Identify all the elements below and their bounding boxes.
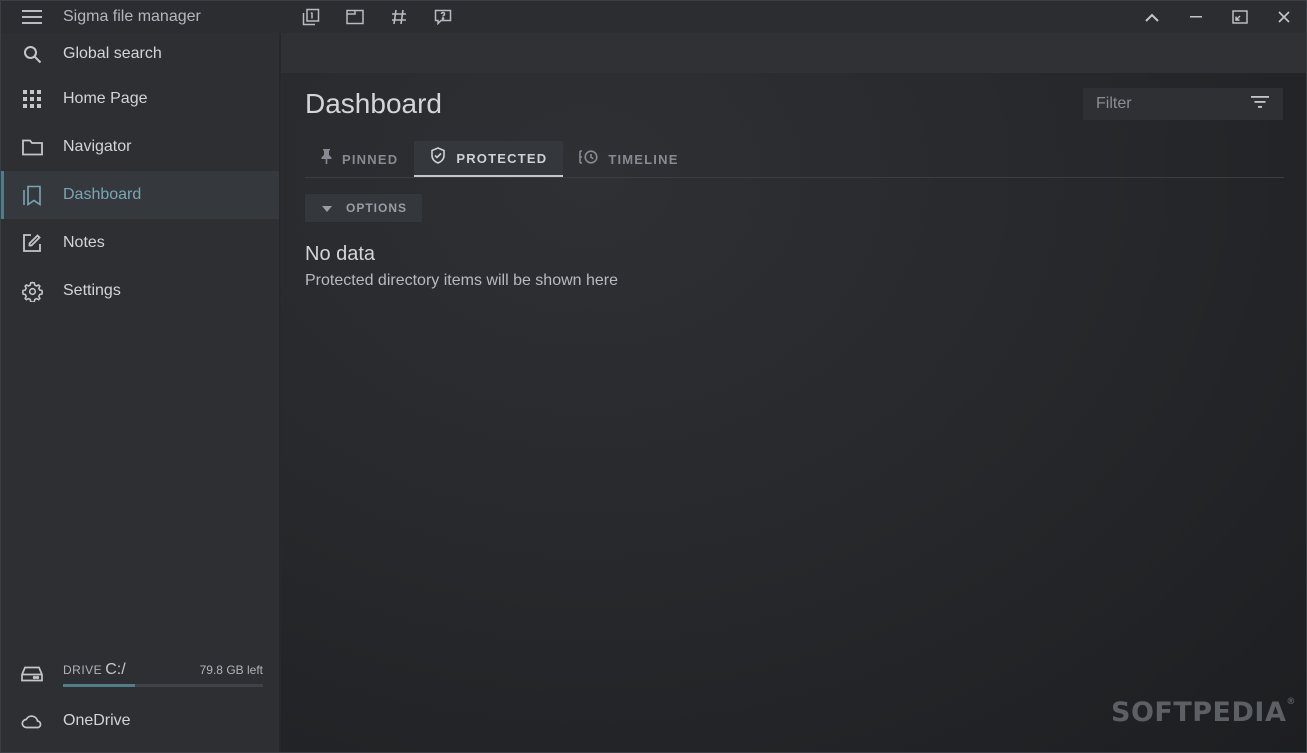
sidebar-item-global-search[interactable]: Global search [1,33,279,75]
gear-icon [1,281,63,302]
search-icon [1,45,63,64]
sidebar-item-settings[interactable]: Settings [1,267,279,315]
title-bar: Sigma file manager [1,1,1306,33]
hashtag-icon[interactable] [377,1,421,33]
tab-one-icon[interactable] [289,1,333,33]
sidebar-item-navigator[interactable]: Navigator [1,123,279,171]
menu-icon[interactable] [1,1,63,33]
shield-check-icon [430,147,446,169]
maximize-button[interactable] [1218,1,1262,33]
drive-free-space: 79.8 GB left [199,663,263,677]
window-icon[interactable] [333,1,377,33]
main-content: Dashboard PINNED PROTECTED [281,33,1306,752]
minimize-button[interactable] [1174,1,1218,33]
tab-label: PROTECTED [456,150,548,166]
app-window: Sigma file manager Global search Home Pa… [0,0,1307,753]
sidebar-item-dashboard[interactable]: Dashboard [1,171,279,219]
tab-protected[interactable]: PROTECTED [414,141,564,177]
hard-drive-icon [1,666,63,682]
app-title: Sigma file manager [63,8,201,25]
empty-state-title: No data [305,243,376,265]
bookmark-icon [1,185,63,206]
drive-path: C:/ [105,661,126,678]
drive-label: DRIVE C:/ [63,661,126,679]
tab-timeline[interactable]: TIMELINE [563,141,694,177]
cloud-icon [1,714,63,729]
drive-usage-fill [63,684,135,687]
folder-icon [1,139,63,156]
pin-icon [321,149,332,169]
feedback-icon[interactable] [421,1,465,33]
sidebar-item-home-page[interactable]: Home Page [1,75,279,123]
sidebar-item-label: Home Page [63,90,148,107]
caret-down-icon [322,199,332,217]
sidebar-item-label: Navigator [63,138,132,155]
tab-label: TIMELINE [608,151,679,167]
sidebar-item-notes[interactable]: Notes [1,219,279,267]
grid-icon [1,90,63,108]
drive-usage-bar [63,684,263,687]
sidebar-item-label: Notes [63,234,105,251]
filter-field[interactable] [1083,88,1283,120]
softpedia-watermark: SOFTPEDIA® [1111,697,1296,728]
tab-label: PINNED [342,151,399,167]
sidebar: Global search Home Page Navigator Dashbo… [1,33,280,752]
sidebar-item-label: OneDrive [63,712,131,729]
sidebar-item-label: Global search [63,45,162,62]
toolbar-strip [281,33,1306,73]
empty-state-subtitle: Protected directory items will be shown … [305,272,619,289]
drive-item[interactable]: DRIVE C:/ 79.8 GB left [1,650,280,698]
watermark-text: SOFTPEDIA [1111,697,1287,728]
tab-pinned[interactable]: PINNED [305,141,414,177]
sidebar-item-label: Dashboard [63,186,142,203]
watermark-mark: ® [1286,697,1296,707]
filter-icon[interactable] [1251,95,1269,113]
options-button[interactable]: OPTIONS [305,194,422,222]
dashboard-tabs: PINNED PROTECTED TIMELINE [305,141,1284,178]
drive-type: DRIVE [63,663,103,677]
close-button[interactable] [1262,1,1306,33]
chevron-up-icon[interactable] [1130,1,1174,33]
page-title: Dashboard [305,88,442,119]
sidebar-item-label: Settings [63,282,121,299]
sidebar-item-onedrive[interactable]: OneDrive [1,697,280,745]
options-label: OPTIONS [346,201,408,215]
filter-input[interactable] [1096,95,1246,113]
history-icon [579,149,598,170]
edit-note-icon [1,233,63,253]
